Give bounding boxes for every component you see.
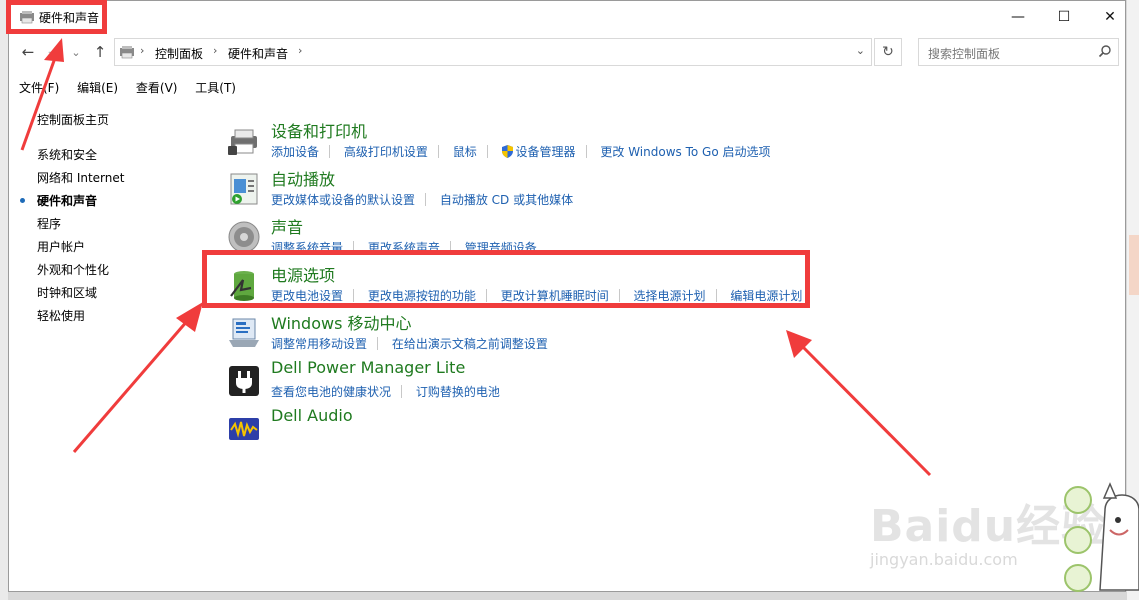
link-presentation-settings[interactable]: 在给出演示文稿之前调整设置 [392, 337, 548, 351]
category-dell-power-manager: Dell Power Manager Lite 查看您电池的健康状况 订购替换的… [227, 358, 1107, 404]
sidebar-item-clock-region[interactable]: 时钟和区域 [37, 284, 97, 301]
category-title[interactable]: 声音 [271, 214, 303, 238]
breadcrumb-separator[interactable]: › [298, 44, 302, 57]
link-change-media-defaults[interactable]: 更改媒体或设备的默认设置 [271, 193, 415, 207]
address-dropdown-button[interactable]: ⌄ [856, 44, 865, 57]
sidebar-item-programs[interactable]: 程序 [37, 215, 61, 232]
link-windows-to-go[interactable]: 更改 Windows To Go 启动选项 [600, 145, 770, 159]
category-title[interactable]: 自动播放 [271, 166, 335, 190]
refresh-button[interactable]: ↻ [874, 38, 902, 66]
highlight-window-title [6, 0, 107, 34]
mascot-sticker [1064, 482, 1139, 592]
control-panel-icon [120, 46, 134, 59]
search-input[interactable]: 搜索控制面板 [918, 38, 1119, 66]
search-icon[interactable] [1098, 44, 1112, 58]
menu-edit[interactable]: 编辑(E) [77, 79, 118, 96]
category-title[interactable]: 设备和打印机 [271, 118, 367, 142]
menu-bar: 文件(F) 编辑(E) 查看(V) 工具(T) [19, 79, 250, 99]
category-devices-printers: 设备和打印机 添加设备 高级打印机设置 鼠标 设备管理器 更改 Windows … [227, 118, 1107, 164]
printer-icon [228, 129, 257, 155]
menu-tools[interactable]: 工具(T) [195, 79, 236, 96]
minimize-button[interactable]: — [995, 1, 1041, 33]
category-mobility-center: Windows 移动中心 调整常用移动设置 在给出演示文稿之前调整设置 [227, 310, 1107, 356]
power-plug-icon [229, 366, 259, 396]
forward-button[interactable]: → [43, 41, 65, 63]
sidebar-item-hardware-sound[interactable]: 硬件和声音 [37, 192, 97, 209]
category-title[interactable]: Dell Power Manager Lite [271, 358, 465, 377]
link-adjust-mobility-settings[interactable]: 调整常用移动设置 [271, 337, 367, 351]
highlight-power-options [202, 250, 810, 308]
link-battery-health[interactable]: 查看您电池的健康状况 [271, 385, 391, 399]
category-autoplay: 自动播放 更改媒体或设备的默认设置 自动播放 CD 或其他媒体 [227, 166, 1107, 212]
breadcrumb-separator[interactable]: › [213, 44, 217, 57]
address-bar[interactable]: › 控制面板 › 硬件和声音 › ⌄ [114, 38, 872, 66]
active-indicator [20, 198, 25, 203]
uac-shield-icon [501, 145, 513, 158]
maximize-button[interactable]: ☐ [1041, 1, 1087, 33]
background-window-edge [0, 0, 8, 600]
up-button[interactable]: ↑ [89, 41, 111, 63]
category-title[interactable]: Windows 移动中心 [271, 310, 412, 334]
link-autoplay-cd[interactable]: 自动播放 CD 或其他媒体 [440, 193, 573, 207]
recent-locations-button[interactable]: ⌄ [69, 41, 83, 63]
autoplay-icon [230, 173, 258, 205]
link-mouse[interactable]: 鼠标 [453, 145, 477, 159]
speaker-icon [228, 221, 260, 253]
breadcrumb-separator[interactable]: › [140, 44, 144, 57]
back-button[interactable]: ← [17, 41, 39, 63]
breadcrumb-control-panel[interactable]: 控制面板 [155, 45, 203, 62]
sidebar-item-network[interactable]: 网络和 Internet [37, 169, 124, 186]
link-order-battery[interactable]: 订购替换的电池 [416, 385, 500, 399]
link-advanced-printer-settings[interactable]: 高级打印机设置 [344, 145, 428, 159]
menu-view[interactable]: 查看(V) [136, 79, 178, 96]
link-add-device[interactable]: 添加设备 [271, 145, 319, 159]
category-title[interactable]: Dell Audio [271, 406, 353, 425]
sidebar-item-ease-of-access[interactable]: 轻松使用 [37, 307, 85, 324]
search-placeholder: 搜索控制面板 [928, 47, 1001, 61]
sidebar-item-system-security[interactable]: 系统和安全 [37, 146, 97, 163]
sidebar-item-appearance[interactable]: 外观和个性化 [37, 261, 109, 278]
sidebar-item-user-accounts[interactable]: 用户帐户 [37, 238, 85, 255]
sidebar-home-link[interactable]: 控制面板主页 [37, 111, 109, 128]
link-device-manager[interactable]: 设备管理器 [516, 145, 576, 159]
title-bar: 硬件和声音 — ☐ ✕ [9, 1, 1125, 33]
menu-file[interactable]: 文件(F) [19, 79, 59, 96]
close-button[interactable]: ✕ [1087, 1, 1133, 33]
navigation-bar: ← → ⌄ ↑ › 控制面板 › 硬件和声音 › ⌄ ↻ 搜索控制面板 [9, 37, 1125, 69]
dell-audio-icon [229, 418, 259, 440]
breadcrumb-hardware-sound[interactable]: 硬件和声音 [228, 45, 288, 62]
mobility-center-icon [229, 318, 259, 347]
category-dell-audio: Dell Audio [227, 406, 1107, 452]
